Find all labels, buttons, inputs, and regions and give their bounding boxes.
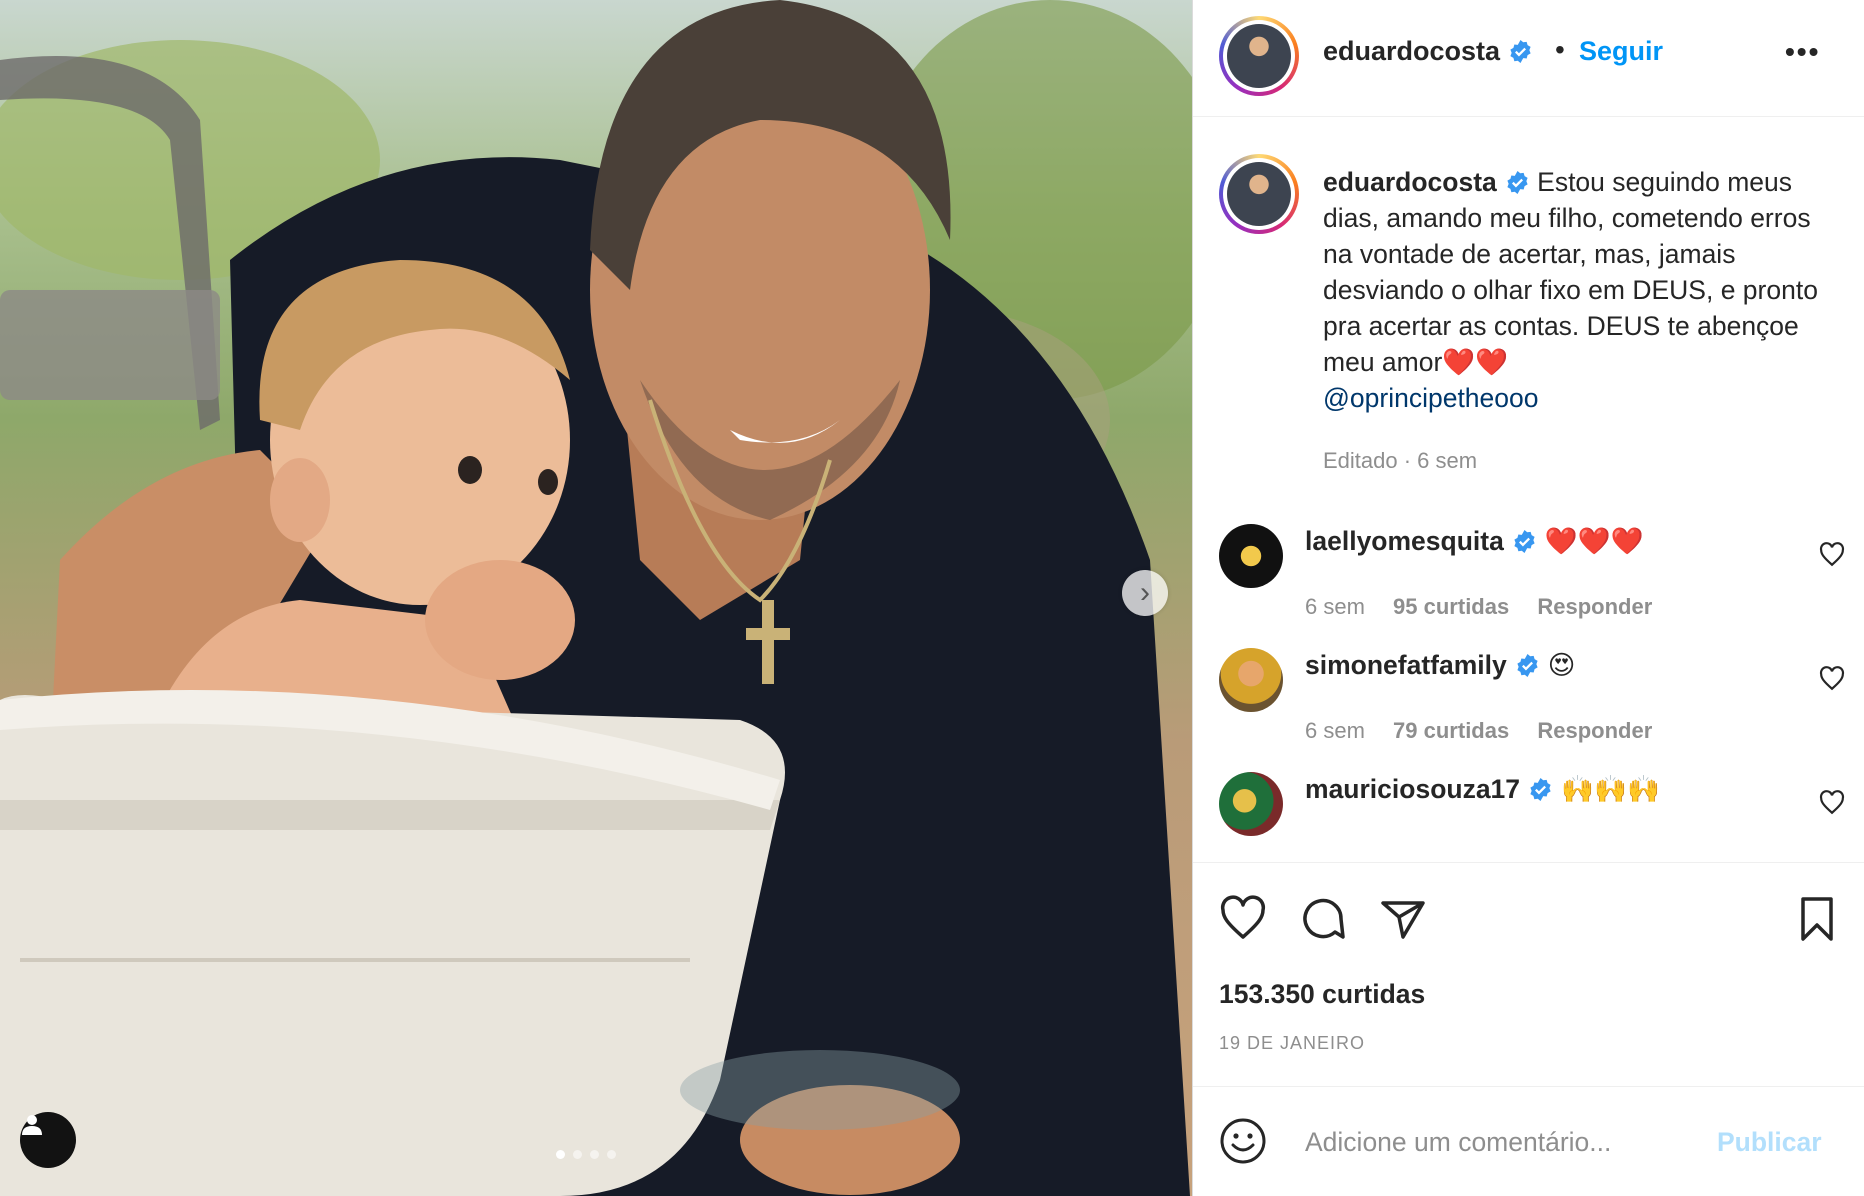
comment-like-icon[interactable] xyxy=(1819,666,1845,692)
carousel-indicator xyxy=(556,1150,616,1159)
comment-reply-button[interactable]: Responder xyxy=(1537,594,1652,619)
comment-time[interactable]: 6 sem xyxy=(1305,718,1365,743)
chevron-right-icon: › xyxy=(1140,576,1150,609)
next-photo-button[interactable]: › xyxy=(1122,570,1168,616)
more-options-button[interactable]: ••• xyxy=(1785,36,1820,68)
publish-button[interactable]: Publicar xyxy=(1717,1127,1822,1158)
carousel-dot xyxy=(607,1150,616,1159)
carousel-dot xyxy=(573,1150,582,1159)
comment-icon[interactable] xyxy=(1299,895,1347,943)
comment-line: mauriciosouza17 🙌🙌🙌 xyxy=(1305,774,1660,805)
comment-like-icon[interactable] xyxy=(1819,790,1845,816)
follow-button[interactable]: Seguir xyxy=(1579,36,1663,67)
photo-illustration xyxy=(0,0,1192,1196)
post-side-panel: eduardocosta • Seguir ••• eduardocosta E… xyxy=(1192,0,1864,1196)
post-actions: 153.350 curtidas 19 DE JANEIRO xyxy=(1193,862,1864,1082)
commenter-avatar[interactable] xyxy=(1219,524,1283,588)
comment-text: 😍 xyxy=(1547,650,1576,680)
comments-list: laellyomesquita ❤️❤️❤️ 6 sem 95 curtidas … xyxy=(1193,510,1864,862)
comment-text: ❤️❤️❤️ xyxy=(1544,526,1644,556)
carousel-dot xyxy=(590,1150,599,1159)
author-username[interactable]: eduardocosta xyxy=(1323,36,1533,67)
commenter-username[interactable]: mauriciosouza17 xyxy=(1305,774,1520,804)
commenter-username[interactable]: laellyomesquita xyxy=(1305,526,1504,556)
tagged-users-button[interactable] xyxy=(20,1112,76,1168)
post-date[interactable]: 19 DE JANEIRO xyxy=(1219,1033,1365,1054)
header-separator: • xyxy=(1555,34,1565,65)
add-comment-bar: Adicione um comentário... Publicar xyxy=(1193,1086,1864,1196)
comment-like-icon[interactable] xyxy=(1819,542,1845,568)
verified-badge-icon xyxy=(1510,40,1531,63)
post-photo[interactable]: › xyxy=(0,0,1192,1196)
comment-text: 🙌🙌🙌 xyxy=(1561,774,1661,804)
caption-body: Estou seguindo meus dias, amando meu fil… xyxy=(1323,167,1818,377)
verified-badge-icon xyxy=(1530,778,1551,801)
carousel-dot xyxy=(556,1150,565,1159)
commenter-avatar[interactable] xyxy=(1219,648,1283,712)
comment-likes[interactable]: 95 curtidas xyxy=(1393,594,1509,619)
comment-input[interactable]: Adicione um comentário... xyxy=(1305,1127,1611,1158)
comment-item: mauriciosouza17 🙌🙌🙌 xyxy=(1193,758,1864,862)
caption-mention-link[interactable]: @oprincipetheooo xyxy=(1323,380,1843,416)
paper-plane-icon[interactable] xyxy=(1379,895,1427,943)
comment-meta: 6 sem 79 curtidas Responder xyxy=(1305,718,1674,744)
smiley-icon[interactable] xyxy=(1219,1117,1267,1165)
bookmark-icon[interactable] xyxy=(1793,895,1841,943)
author-avatar[interactable] xyxy=(1219,16,1299,96)
verified-badge-icon xyxy=(1517,654,1538,677)
caption-meta: Editado · 6 sem xyxy=(1323,448,1478,473)
comment-meta: 6 sem 95 curtidas Responder xyxy=(1305,594,1674,620)
instagram-post: › eduardocosta • Seguir ••• eduardocosta… xyxy=(0,0,1864,1196)
comment-likes[interactable]: 79 curtidas xyxy=(1393,718,1509,743)
comment-line: simonefatfamily 😍 xyxy=(1305,650,1575,681)
post-header: eduardocosta • Seguir ••• xyxy=(1193,0,1864,117)
likes-count[interactable]: 153.350 curtidas xyxy=(1219,979,1425,1010)
heart-icon[interactable] xyxy=(1219,895,1267,943)
commenter-avatar[interactable] xyxy=(1219,772,1283,836)
caption-text: eduardocosta Estou seguindo meus dias, a… xyxy=(1323,164,1843,416)
verified-badge-icon xyxy=(1514,530,1535,553)
caption-username[interactable]: eduardocosta xyxy=(1323,167,1497,197)
user-tag-icon xyxy=(22,1115,42,1135)
verified-badge-icon xyxy=(1507,171,1528,194)
comment-line: laellyomesquita ❤️❤️❤️ xyxy=(1305,526,1644,557)
caption-author-avatar[interactable] xyxy=(1219,154,1299,234)
commenter-username[interactable]: simonefatfamily xyxy=(1305,650,1507,680)
comment-reply-button[interactable]: Responder xyxy=(1537,718,1652,743)
comment-time[interactable]: 6 sem xyxy=(1305,594,1365,619)
